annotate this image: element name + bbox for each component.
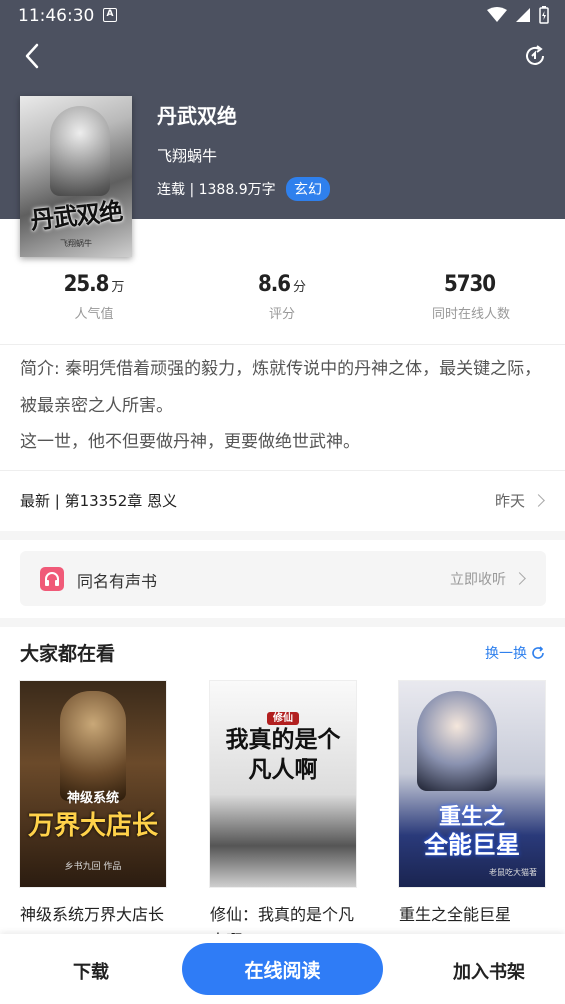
latest-chapter-time: 昨天 bbox=[494, 492, 525, 510]
stats-row: 25.8 万 人气值 8.6 分 评分 5730 同时在线人数 bbox=[0, 272, 565, 332]
status-icons bbox=[487, 6, 549, 24]
cover-illustration bbox=[50, 106, 110, 196]
stat-value: 8.6 bbox=[257, 272, 291, 297]
stat-unit: 分 bbox=[293, 280, 307, 295]
back-button[interactable] bbox=[16, 40, 48, 72]
cover-illustration bbox=[60, 691, 126, 801]
divider bbox=[0, 344, 565, 345]
swap-label: 换一换 bbox=[485, 646, 527, 662]
book-meta: 连载 | 1388.9万字 bbox=[157, 182, 276, 198]
divider bbox=[0, 470, 565, 471]
chevron-right-icon bbox=[513, 572, 526, 585]
status-bar: 11:46:30 A bbox=[0, 0, 565, 32]
bottom-action-bar: 下载 在线阅读 加入书架 bbox=[0, 934, 565, 1004]
stat-label: 同时在线人数 bbox=[431, 307, 510, 322]
audiobook-label: 同名有声书 bbox=[77, 572, 158, 591]
stat-unit: 万 bbox=[111, 280, 125, 295]
cover-badge: 修仙 bbox=[267, 712, 299, 725]
add-to-shelf-button[interactable]: 加入书架 bbox=[453, 958, 525, 984]
download-button[interactable]: 下载 bbox=[31, 958, 151, 984]
recommend-item[interactable]: 重生之 全能巨星 老鼠吃大猫著 重生之全能巨星 bbox=[399, 681, 545, 942]
audiobook-card[interactable]: 同名有声书 立即收听 bbox=[20, 551, 546, 606]
cover-author: 乡书九回 作品 bbox=[64, 862, 122, 872]
section-gap bbox=[0, 618, 565, 627]
book-detail-page: 11:46:30 A 丹武双绝 飞翔蜗牛 丹武双绝 飞翔蜗牛 连载 | 1388… bbox=[0, 0, 565, 1004]
cover-author: 老鼠吃大猫著 bbox=[489, 868, 537, 877]
stat-popularity: 25.8 万 人气值 bbox=[0, 272, 188, 322]
read-online-button[interactable]: 在线阅读 bbox=[182, 943, 383, 995]
intro-text: 简介: 秦明凭借着顽强的毅力，炼就传说中的丹神之体，最关键之际，被最亲密之人所害… bbox=[20, 359, 542, 416]
genre-tag[interactable]: 玄幻 bbox=[286, 177, 330, 201]
status-time: 11:46:30 bbox=[18, 6, 95, 26]
latest-chapter-row[interactable]: 最新 | 第13352章 恩义 昨天 bbox=[0, 473, 565, 529]
cover-illustration bbox=[417, 691, 497, 791]
book-author[interactable]: 飞翔蜗牛 bbox=[157, 145, 217, 166]
recommend-item[interactable]: 神级系统 万界大店长 乡书九回 作品 神级系统万界大店长 bbox=[20, 681, 166, 942]
stat-value: 5730 bbox=[443, 272, 496, 297]
chevron-right-icon bbox=[532, 494, 545, 507]
refresh-icon bbox=[526, 45, 544, 65]
refresh-button[interactable] bbox=[519, 40, 551, 72]
cover-author: 飞翔蜗牛 bbox=[60, 239, 92, 248]
stat-value: 25.8 bbox=[63, 272, 110, 297]
stat-rating: 8.6 分 评分 bbox=[188, 272, 376, 322]
book-intro[interactable]: 简介: 秦明凭借着顽强的毅力，炼就传说中的丹神之体，最关键之际，被最亲密之人所害… bbox=[20, 351, 550, 461]
recommend-item[interactable]: 修仙 我真的是个凡人啊 修仙：我真的是个凡人啊 bbox=[210, 681, 356, 942]
signal-icon bbox=[516, 8, 530, 22]
cover-title: 万界大店长 bbox=[27, 811, 158, 841]
section-gap bbox=[0, 531, 565, 540]
book-title: 丹武双绝 bbox=[157, 104, 237, 128]
back-arrow-icon bbox=[25, 43, 39, 69]
battery-icon bbox=[539, 6, 549, 24]
listen-now-link[interactable]: 立即收听 bbox=[450, 569, 506, 589]
recommend-title: 大家都在看 bbox=[20, 643, 116, 665]
cover-title: 丹武双绝 bbox=[28, 196, 124, 235]
cover-title: 全能巨星 bbox=[424, 830, 520, 859]
stat-label: 评分 bbox=[268, 307, 295, 322]
cover-title: 神级系统 bbox=[66, 791, 119, 806]
headphones-icon bbox=[40, 567, 64, 591]
stat-online: 5730 同时在线人数 bbox=[377, 272, 565, 322]
recommend-cover: 重生之 全能巨星 老鼠吃大猫著 bbox=[399, 681, 545, 887]
swap-button[interactable]: 换一换 bbox=[485, 643, 545, 663]
refresh-icon bbox=[532, 646, 544, 659]
intro-text: 这一世，他不但要做丹神，更要做绝世武神。 bbox=[20, 432, 360, 452]
book-cover[interactable]: 丹武双绝 飞翔蜗牛 bbox=[20, 96, 132, 257]
recommend-cover: 神级系统 万界大店长 乡书九回 作品 bbox=[20, 681, 166, 887]
latest-chapter-label: 最新 | 第13352章 恩义 bbox=[20, 492, 178, 510]
recommend-cover: 修仙 我真的是个凡人啊 bbox=[210, 681, 356, 887]
wifi-icon bbox=[487, 7, 507, 22]
stat-label: 人气值 bbox=[74, 307, 114, 322]
cover-title: 我真的是个凡人啊 bbox=[225, 726, 341, 783]
notification-a-icon: A bbox=[103, 8, 117, 22]
